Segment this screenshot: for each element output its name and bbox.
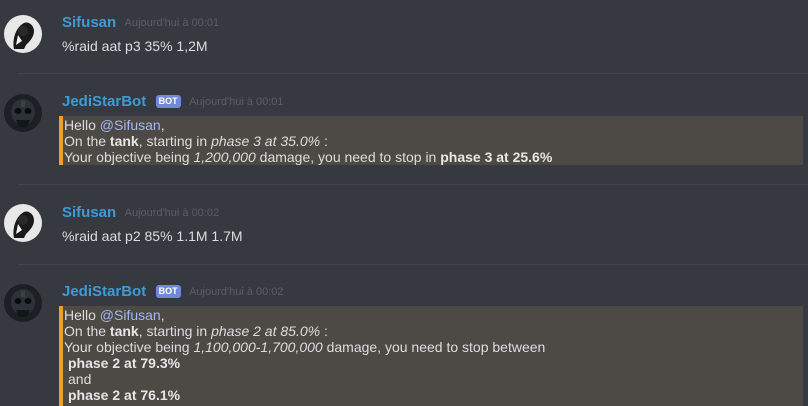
embed-text: damage, you need to stop in [255, 149, 441, 165]
embed-text: , starting in [138, 323, 212, 339]
embed-bold-text: phase 3 at 25.6% [440, 149, 553, 165]
embed-line: Hello @Sifusan, [63, 307, 803, 323]
timestamp[interactable]: Aujourd'hui à 00:01 [125, 17, 219, 29]
jedistarbot-avatar-icon[interactable] [4, 284, 42, 322]
username[interactable]: JediStarBot [62, 93, 146, 110]
embed-text: Your objective being [64, 149, 194, 165]
bot-tag: BOT [155, 95, 181, 109]
embed-line: Your objective being 1,200,000 damage, y… [63, 149, 803, 165]
embed-text: Hello [64, 307, 100, 323]
bot-embed: Hello @Sifusan, On the tank, starting in… [59, 116, 803, 165]
message-divider [18, 73, 808, 74]
embed-italic-text: phase 3 at 35.0% [211, 133, 321, 149]
embed-line: phase 2 at 76.1% [63, 387, 803, 403]
embed-text: Your objective being [64, 339, 194, 355]
bot-embed: Hello @Sifusan, On the tank, starting in… [59, 306, 803, 406]
message-header: Sifusan Aujourd'hui à 00:02 [62, 204, 219, 224]
timestamp[interactable]: Aujourd'hui à 00:02 [125, 207, 219, 219]
username[interactable]: Sifusan [62, 14, 116, 31]
timestamp[interactable]: Aujourd'hui à 00:01 [189, 96, 283, 108]
embed-italic-text: 1,200,000 [193, 149, 256, 165]
embed-text: , [160, 117, 165, 133]
message-header: JediStarBot BOT Aujourd'hui à 00:01 [62, 93, 284, 113]
embed-text: damage, you need to stop between [322, 339, 546, 355]
embed-text: Hello [64, 117, 100, 133]
message-header: Sifusan Aujourd'hui à 00:01 [62, 14, 219, 34]
username[interactable]: JediStarBot [62, 283, 146, 300]
embed-text: On the [64, 133, 110, 149]
embed-line: Your objective being 1,100,000-1,700,000… [63, 339, 803, 355]
embed-bold-text: phase 2 at 79.3% [68, 355, 181, 371]
embed-text: and [68, 371, 92, 387]
message-divider [18, 184, 808, 185]
message-text: %raid aat p3 35% 1,2M [62, 38, 208, 54]
embed-line: On the tank, starting in phase 2 at 85.0… [63, 323, 803, 339]
sifusan-avatar-icon[interactable] [4, 15, 42, 53]
jedistarbot-avatar-icon[interactable] [4, 94, 42, 132]
username[interactable]: Sifusan [62, 204, 116, 221]
embed-text: , starting in [138, 133, 212, 149]
user-mention[interactable]: @Sifusan [100, 117, 161, 133]
user-mention[interactable]: @Sifusan [100, 307, 161, 323]
message-divider [18, 264, 808, 265]
chat-messages: Sifusan Aujourd'hui à 00:01 %raid aat p3… [0, 0, 808, 406]
embed-line: Hello @Sifusan, [63, 117, 803, 133]
embed-text: On the [64, 323, 110, 339]
embed-line: phase 2 at 79.3% [63, 355, 803, 371]
bot-tag: BOT [155, 285, 181, 299]
timestamp[interactable]: Aujourd'hui à 00:02 [189, 286, 283, 298]
embed-bold-text: tank [109, 133, 139, 149]
embed-italic-text: phase 2 at 85.0% [211, 323, 321, 339]
embed-line: and [63, 371, 803, 387]
message-header: JediStarBot BOT Aujourd'hui à 00:02 [62, 283, 284, 303]
embed-bold-text: tank [109, 323, 139, 339]
message-text: %raid aat p2 85% 1.1M 1.7M [62, 228, 243, 244]
embed-text: : [320, 323, 328, 339]
embed-text: : [320, 133, 328, 149]
embed-bold-text: phase 2 at 76.1% [68, 387, 181, 403]
embed-line: On the tank, starting in phase 3 at 35.0… [63, 133, 803, 149]
sifusan-avatar-icon[interactable] [4, 204, 42, 242]
embed-text: , [160, 307, 165, 323]
embed-italic-text: 1,100,000-1,700,000 [193, 339, 323, 355]
